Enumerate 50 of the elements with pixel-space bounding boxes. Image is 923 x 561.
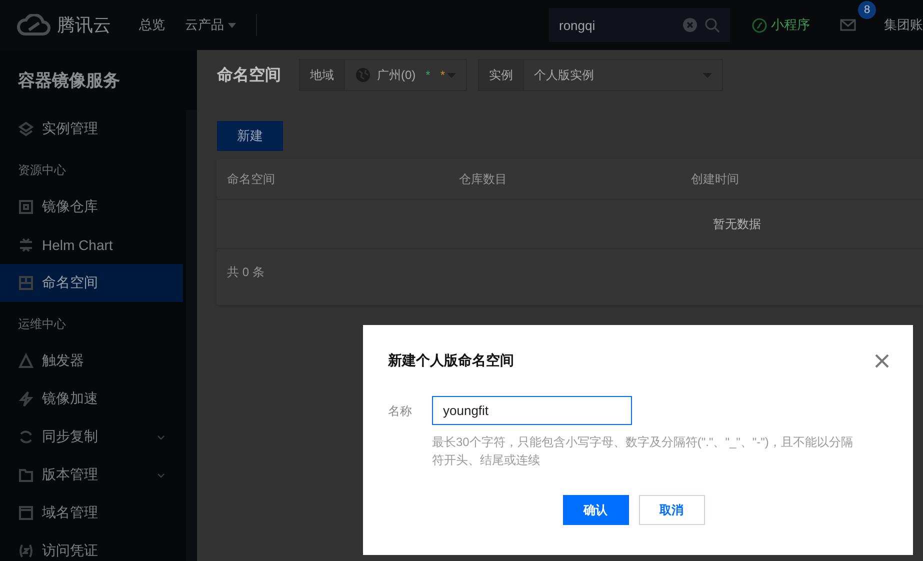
column-header: 仓库数目 — [459, 170, 508, 188]
mail-icon[interactable] — [840, 19, 856, 31]
page-title: 命名空间 — [217, 65, 281, 86]
scrollbar[interactable] — [183, 50, 197, 561]
sidebar-item[interactable]: 访问凭证 — [0, 532, 183, 561]
sidebar-item[interactable]: 实例管理 — [0, 110, 183, 148]
brand-name: 腾讯云 — [57, 14, 111, 37]
sidebar-item[interactable]: 触发器 — [0, 342, 183, 380]
nav-link[interactable]: 总览 — [139, 16, 165, 34]
field-label: 名称 — [388, 403, 413, 420]
mini-program-link[interactable]: 小程序 — [752, 16, 810, 34]
cancel-button[interactable]: 取消 — [638, 495, 704, 525]
triangle-icon — [18, 353, 34, 369]
cloud-logo-icon — [17, 14, 51, 36]
sidebar-item[interactable]: 镜像仓库 — [0, 188, 183, 226]
window-icon — [18, 505, 34, 521]
grid-icon — [18, 275, 34, 291]
column-header: 命名空间 — [227, 170, 276, 188]
clear-icon[interactable] — [683, 18, 697, 32]
sidebar-item[interactable]: 镜像加速 — [0, 380, 183, 418]
column-header: 创建时间 — [691, 170, 740, 188]
sidebar-item[interactable]: Helm Chart — [0, 226, 183, 264]
square-icon — [18, 199, 34, 215]
mini-program-icon — [752, 18, 767, 32]
lightning-icon — [18, 391, 34, 407]
search-field[interactable]: rongqi — [549, 8, 730, 42]
filter-select[interactable]: 地域 广州(0) * * — [299, 59, 467, 91]
notification-badge: 8 — [858, 1, 876, 19]
sidebar-item[interactable]: 同步复制 — [0, 418, 183, 456]
sidebar-title: 容器镜像服务 — [17, 70, 121, 92]
new-button[interactable]: 新建 — [217, 121, 283, 151]
refresh-icon — [18, 429, 34, 445]
sidebar-item[interactable]: 命名空间 — [0, 264, 183, 302]
hint-text: 最长30个字符，只能包含小写字母、数字及分隔符("."、"_"、"-")，且不能以分隔符开头、结尾或连续 — [432, 434, 854, 469]
name-input-field[interactable]: youngfit — [432, 396, 632, 425]
confirm-button[interactable]: 确认 — [562, 495, 628, 525]
total-count: 共 0 条 — [227, 264, 264, 280]
nav-link[interactable]: 云产品 — [185, 16, 236, 34]
search-icon[interactable] — [705, 18, 720, 32]
empty-message: 暂无数据 — [713, 216, 761, 232]
sidebar-section-label: 资源中心 — [17, 162, 67, 179]
account-menu[interactable]: 集团账 — [884, 16, 923, 34]
layers-icon — [18, 121, 34, 137]
sidebar-item[interactable]: 版本管理 — [0, 456, 183, 494]
dialog-title: 新建个人版命名空间 — [388, 352, 514, 370]
sidebar-item[interactable]: 域名管理 — [0, 494, 183, 532]
close-icon[interactable] — [875, 354, 889, 368]
folder-icon — [18, 467, 34, 483]
sidebar-section-label: 运维中心 — [17, 316, 67, 333]
filter-select[interactable]: 实例 个人版实例 — [478, 59, 723, 91]
